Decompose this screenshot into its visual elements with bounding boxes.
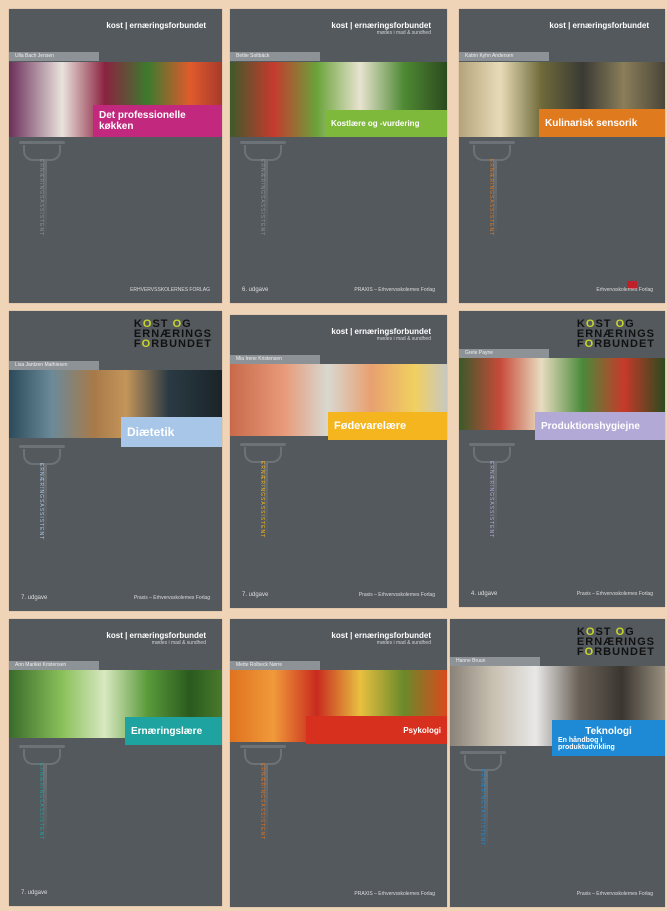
edition-label: 7. udgave [21,890,48,896]
author-label: Ann Marikki Kristensen [9,661,99,670]
book-cover[interactable]: kost | ernæringsforbundet mødes i mad & s… [230,315,447,608]
publisher-name: Praxis – Erhvervsskolernes Forlag [358,592,435,598]
book-title: Diætetik [121,417,222,447]
author-label: Ulla Bach Jensen [9,52,99,61]
edition-label: 6. udgave [242,287,269,293]
book-title: Det professionelle køkken [93,105,222,137]
book-title: Fødevarelære [328,412,447,440]
spine-text: ERNÆRINGSASSISTENT [38,763,44,841]
publisher-name: Praxis – Erhvervsskolernes Forlag [133,595,210,601]
author-label: Bettie Soltbäck [230,52,320,61]
publisher-logo: KOST OG ERNÆRINGS FORBUNDET [576,626,655,658]
spine-text: ERNÆRINGSASSISTENT [488,461,494,539]
author-label: Hanne Bruun [450,657,540,666]
publisher-name: Praxis – Erhvervsskolernes Forlag [576,891,653,897]
book-title: Teknologi [585,725,632,737]
publisher-name: PRAXIS – Erhvervsskolernes Forlag [354,287,435,293]
publisher-logo: kost | ernæringsforbundet mødes i mad & s… [106,631,206,646]
book-cover[interactable]: kost | ernæringsforbundet Ulla Bach Jens… [9,9,222,303]
edition-label: 4. udgave [471,591,498,597]
book-cover[interactable]: kost | ernæringsforbundet mødes i mad & s… [9,619,222,906]
book-title: Produktionshygiejne [535,412,665,440]
publisher-logo: kost | ernæringsforbundet mødes i mad & s… [331,327,431,342]
author-label: Mette Rolbeck Nørre [230,661,320,670]
publisher-logo: KOST OG ERNÆRINGS FORBUNDET [576,318,655,350]
publisher-name: ERHVERVSSKOLERNES FORLAG [130,287,210,293]
spine-text: ERNÆRINGSASSISTENT [38,463,44,541]
spine-text: ERNÆRINGSASSISTENT [259,763,265,841]
book-title: Ernæringslære [125,717,222,745]
book-title-block: Teknologi En håndbog i produktudvikling [552,720,665,756]
publisher-logo: kost | ernæringsforbundet mødes i mad & s… [331,21,431,36]
book-subtitle: En håndbog i produktudvikling [558,736,615,751]
publisher-logo: KOST OG ERNÆRINGS FORBUNDET [133,318,212,350]
spine-text: ERNÆRINGSASSISTENT [479,769,485,847]
publisher-logo: kost | ernæringsforbundet [549,21,649,30]
book-cover[interactable]: kost | ernæringsforbundet Katrin Kyhn An… [459,9,665,303]
book-cover[interactable]: KOST OG ERNÆRINGS FORBUNDET Hanne Bruun Te… [450,619,665,907]
edition-label: 7. udgave [242,592,269,598]
book-cover[interactable]: KOST OG ERNÆRINGS FORBUNDET Grete Payne Pr… [459,311,665,607]
publisher-name: Erhvervsskolernes Forlag [596,287,653,293]
publisher-name: PRAXIS – Erhvervsskolernes Forlag [354,891,435,897]
spine-text: ERNÆRINGSASSISTENT [38,159,44,237]
spine-text: ERNÆRINGSASSISTENT [259,461,265,539]
edition-label: 7. udgave [21,595,48,601]
book-title: Psykologi [306,716,447,744]
book-cover[interactable]: kost | ernæringsforbundet mødes i mad & s… [230,619,447,907]
publisher-logo: kost | ernæringsforbundet [106,21,206,30]
author-label: Lisa Jantzen Mathiesen [9,361,99,370]
book-title: Kulinarisk sensorik [539,109,665,137]
book-cover[interactable]: KOST OG ERNÆRINGS FORBUNDET Lisa Jantzen M… [9,311,222,611]
book-cover[interactable]: kost | ernæringsforbundet mødes i mad & s… [230,9,447,303]
book-title: Kostlære og -vurdering [325,110,447,137]
publisher-name: Praxis – Erhvervsskolernes Forlag [576,591,653,597]
author-label: Katrin Kyhn Andersen [459,52,549,61]
author-label: Mia Irene Kristensen [230,355,320,364]
author-label: Grete Payne [459,349,549,358]
spine-text: ERNÆRINGSASSISTENT [488,159,494,237]
publisher-logo: kost | ernæringsforbundet mødes i mad & s… [331,631,431,646]
spine-text: ERNÆRINGSASSISTENT [259,159,265,237]
